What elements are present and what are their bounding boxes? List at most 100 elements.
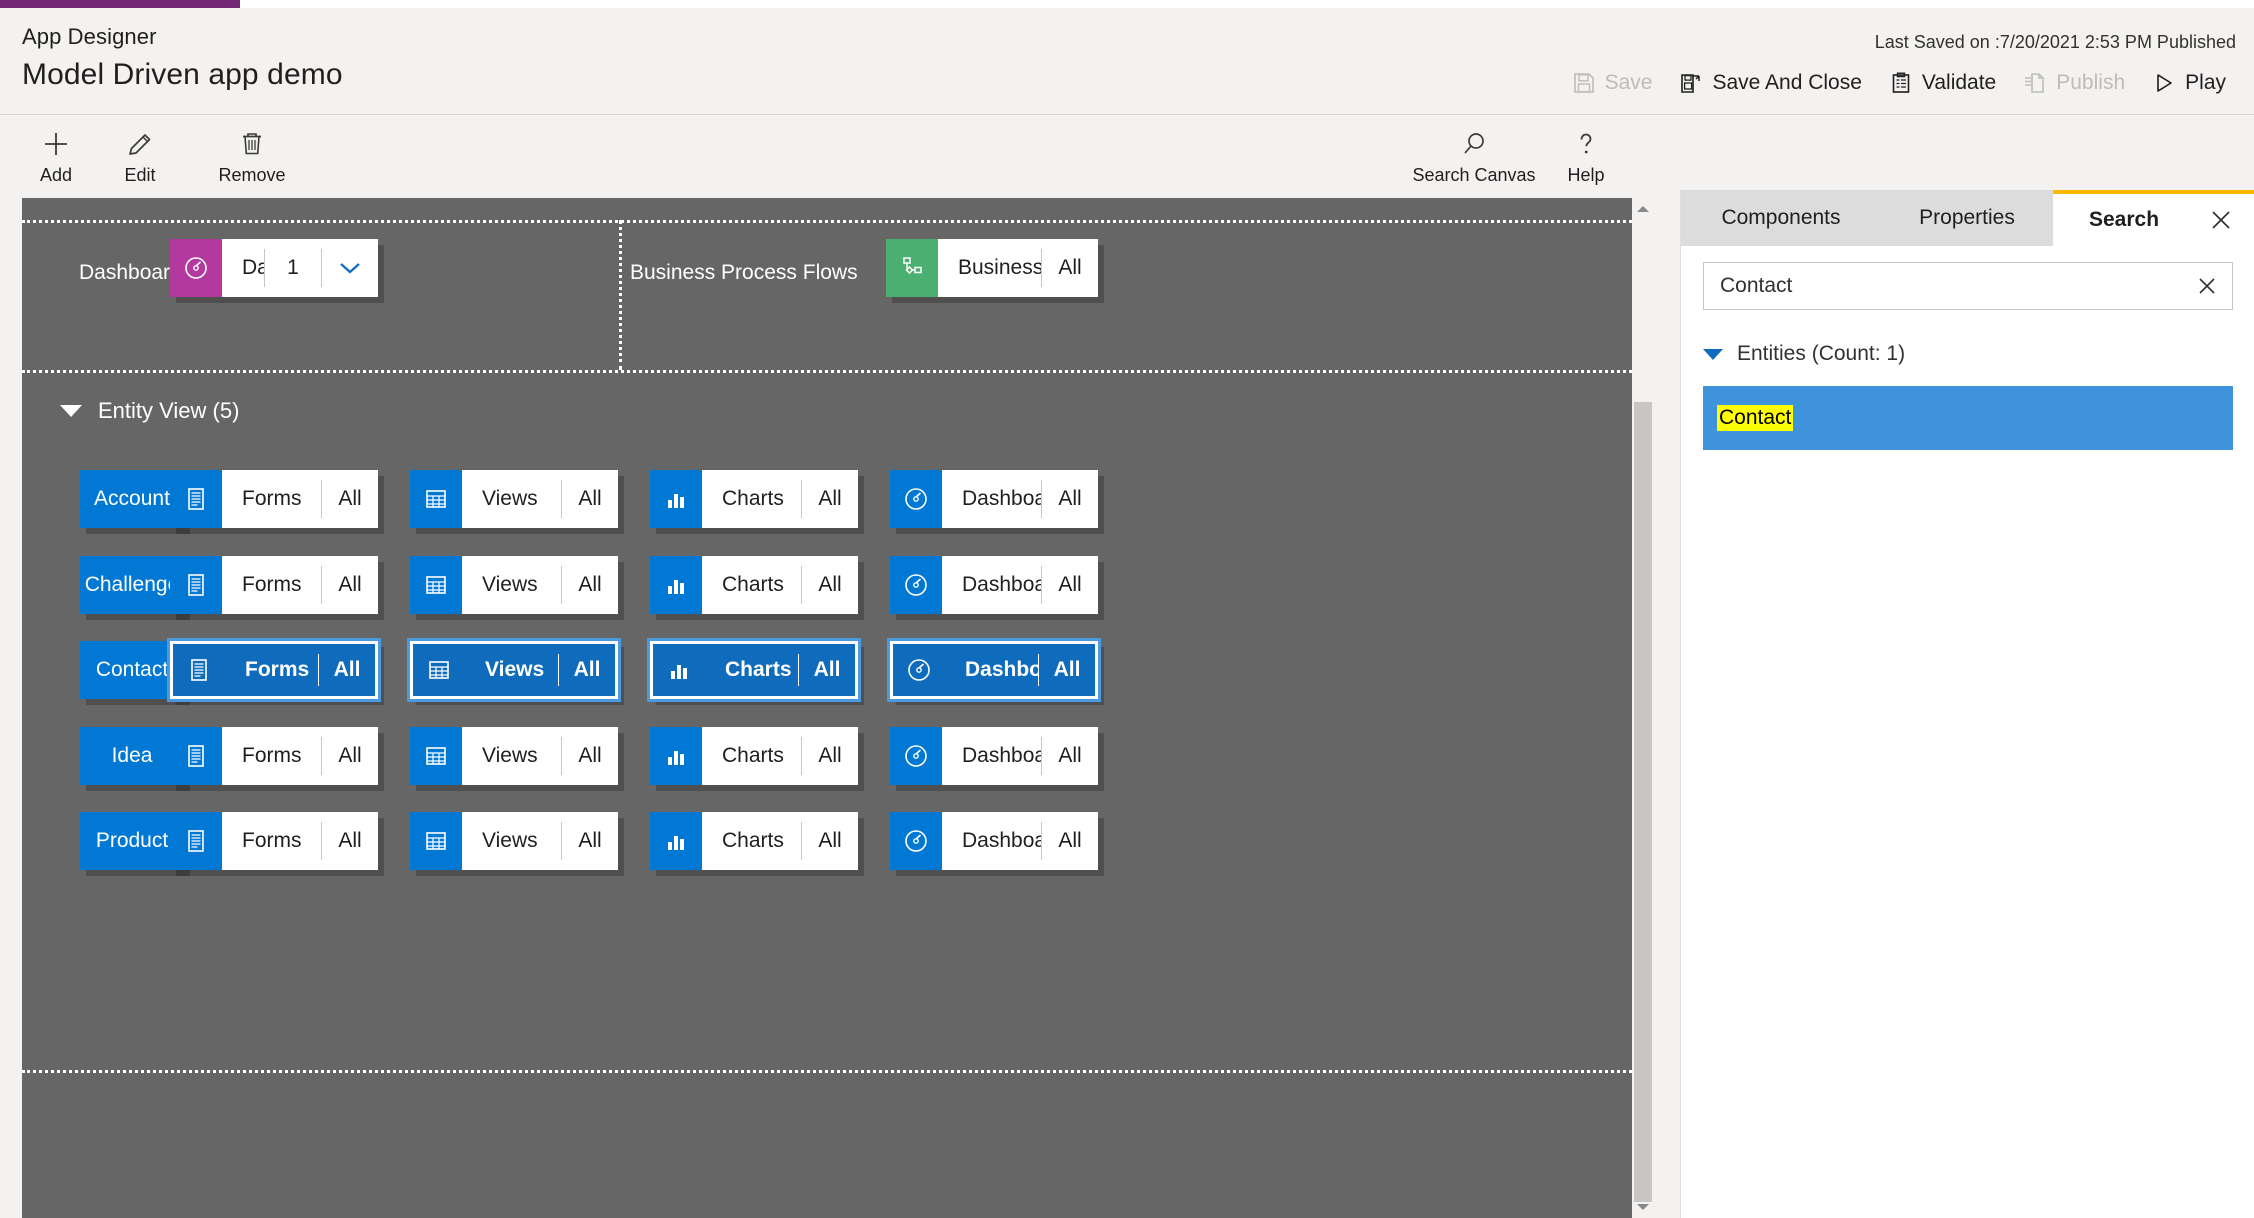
edit-button[interactable]: Edit: [98, 115, 182, 199]
save-and-close-button[interactable]: Save And Close: [1666, 63, 1875, 103]
app-canvas[interactable]: Dashboards Dashboards 1 Business Process…: [22, 198, 1632, 1218]
publish-icon: [2024, 72, 2046, 94]
tile-contact-views[interactable]: Views All: [407, 638, 621, 702]
tile-label: Views: [482, 572, 538, 596]
results-group-header[interactable]: Entities (Count: 1): [1703, 338, 2233, 370]
tile-account-charts[interactable]: Charts All: [650, 470, 858, 528]
entity-chip-idea[interactable]: Idea: [80, 726, 184, 785]
tile-idea-dashboards[interactable]: Dashboards All: [890, 726, 1098, 785]
form-icon: [173, 644, 225, 696]
search-canvas-button[interactable]: Search Canvas: [1404, 115, 1544, 199]
save-button[interactable]: Save: [1559, 63, 1667, 103]
tile-label: Views: [485, 658, 545, 681]
search-input[interactable]: [1720, 274, 2188, 298]
search-icon: [1459, 129, 1489, 159]
validate-button[interactable]: Validate: [1876, 63, 2010, 103]
bar-chart-icon: [650, 726, 702, 785]
tile-label: Forms: [242, 829, 302, 852]
tile-count: All: [578, 829, 602, 852]
search-result-item[interactable]: Contact: [1703, 386, 2233, 450]
tile-product-charts[interactable]: Charts All: [650, 812, 858, 870]
tile-label: Views: [482, 487, 538, 510]
tile-business-process-flows[interactable]: Business Proces... All: [886, 239, 1098, 297]
tile-count: All: [578, 487, 602, 510]
tile-idea-forms[interactable]: Forms All: [170, 726, 378, 785]
tile-label: Forms: [242, 572, 302, 596]
tile-challenge-views[interactable]: Views All: [410, 555, 618, 614]
scroll-down-button[interactable]: [1632, 1196, 1654, 1218]
tile-product-views[interactable]: Views All: [410, 812, 618, 870]
clear-search-icon[interactable]: [2188, 275, 2218, 297]
tile-label: Dashboards: [962, 743, 1041, 767]
tile-account-views[interactable]: Views All: [410, 470, 618, 528]
play-button[interactable]: Play: [2139, 63, 2240, 103]
tile-product-forms[interactable]: Forms All: [170, 812, 378, 870]
tile-label: Forms: [242, 743, 302, 767]
tab-search[interactable]: Search: [2053, 190, 2254, 246]
tab-properties[interactable]: Properties: [1881, 190, 2053, 246]
tile-challenge-forms[interactable]: Forms All: [170, 555, 378, 614]
tile-challenge-dashboards[interactable]: Dashboards All: [890, 555, 1098, 614]
tile-label: Views: [482, 829, 538, 852]
caret-down-icon: [1703, 348, 1723, 360]
entity-chip-contact[interactable]: Contact: [80, 641, 184, 699]
publish-label: Publish: [2056, 71, 2126, 94]
tile-count: All: [578, 743, 602, 767]
remove-button[interactable]: Remove: [182, 115, 322, 199]
canvas-area: Dashboards Dashboards 1 Business Process…: [0, 198, 1680, 1218]
tile-idea-charts[interactable]: Charts All: [650, 726, 858, 785]
caret-down-icon: [60, 405, 82, 417]
save-and-close-icon: [1680, 72, 1702, 94]
right-panel-tabs: Components Properties Search: [1681, 190, 2254, 246]
tile-count: All: [818, 572, 842, 596]
tile-contact-dashboards[interactable]: Dashboards All: [887, 638, 1101, 702]
tile-dashboards-root[interactable]: Dashboards 1: [170, 239, 378, 297]
tile-count: 1: [287, 256, 299, 279]
tile-contact-charts[interactable]: Charts All: [647, 638, 861, 702]
canvas-scrollbar[interactable]: [1632, 198, 1654, 1218]
scrollbar-thumb[interactable]: [1634, 402, 1652, 1202]
question-mark-icon: [1571, 129, 1601, 159]
pencil-icon: [125, 129, 155, 159]
add-label: Add: [39, 165, 73, 185]
page-header: App Designer Model Driven app demo Last …: [0, 8, 2254, 114]
tile-count: All: [818, 487, 842, 510]
entity-row: Idea Forms All Views All Charts All Dashboards A…: [22, 726, 1632, 785]
tile-count: All: [1058, 256, 1082, 279]
add-button[interactable]: Add: [14, 115, 98, 199]
search-box[interactable]: [1703, 262, 2233, 310]
form-icon: [170, 812, 222, 870]
command-bar-left-group: Add Edit Remove: [14, 115, 322, 199]
triangle-up-icon: [1637, 206, 1649, 212]
help-button[interactable]: Help: [1544, 115, 1628, 199]
entity-chip-product[interactable]: Product: [80, 812, 184, 870]
entity-chip-challenge[interactable]: Challenge: [80, 555, 184, 614]
brand-accent-strip: [0, 0, 240, 8]
tile-idea-views[interactable]: Views All: [410, 726, 618, 785]
command-bar-right-group: Search Canvas Help: [1404, 115, 1628, 199]
tile-count: All: [333, 658, 361, 681]
tile-contact-forms[interactable]: Forms All: [167, 638, 381, 702]
gauge-icon: [890, 470, 942, 528]
grid-icon: [410, 726, 462, 785]
canvas-divider-mid: [22, 370, 1632, 373]
tile-label: Charts: [722, 829, 784, 852]
bar-chart-icon: [650, 555, 702, 614]
tab-components[interactable]: Components: [1681, 190, 1881, 246]
entity-chip-account[interactable]: Account: [80, 470, 184, 528]
bpf-group-label: Business Process Flows: [630, 261, 858, 284]
entity-view-header[interactable]: Entity View (5): [60, 398, 239, 424]
bar-chart-icon: [653, 644, 705, 696]
tile-product-dashboards[interactable]: Dashboards All: [890, 812, 1098, 870]
tile-challenge-charts[interactable]: Charts All: [650, 555, 858, 614]
publish-button[interactable]: Publish: [2010, 63, 2139, 103]
chevron-down-icon[interactable]: [322, 239, 378, 297]
tile-label: Dashboards: [962, 829, 1041, 852]
tile-count: All: [338, 572, 362, 596]
validate-icon: [1890, 72, 1912, 94]
tile-account-dashboards[interactable]: Dashboards All: [890, 470, 1098, 528]
close-icon[interactable]: [2209, 208, 2233, 232]
scroll-up-button[interactable]: [1632, 198, 1654, 220]
tile-account-forms[interactable]: Forms All: [170, 470, 378, 528]
tile-label: Charts: [722, 572, 784, 596]
